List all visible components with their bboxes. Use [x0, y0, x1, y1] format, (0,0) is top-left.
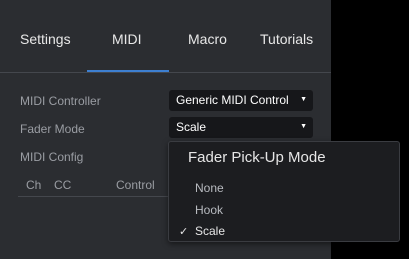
fader-pickup-mode-menu: Fader Pick-Up Mode None Hook ✓ Scale: [168, 141, 400, 242]
menu-item-scale[interactable]: ✓ Scale: [179, 224, 389, 242]
popup-title: Fader Pick-Up Mode: [188, 149, 326, 166]
column-header-ch: Ch: [26, 178, 42, 192]
tab-tutorials[interactable]: Tutorials: [260, 31, 313, 47]
checkmark-icon: ✓: [179, 226, 189, 238]
tab-settings[interactable]: Settings: [20, 31, 71, 47]
fader-mode-label: Fader Mode: [20, 122, 85, 136]
column-header-control: Control: [116, 178, 155, 192]
fader-mode-value: Scale: [176, 120, 207, 134]
caret-down-icon: ▼: [300, 96, 307, 103]
active-tab-indicator: [87, 70, 169, 72]
menu-item-label: Scale: [195, 224, 226, 238]
table-header-divider: [18, 196, 168, 197]
tab-midi[interactable]: MIDI: [112, 31, 142, 47]
tab-macro[interactable]: Macro: [188, 31, 227, 47]
column-header-cc: CC: [54, 178, 72, 192]
menu-item-label: Hook: [195, 203, 224, 217]
midi-config-label: MIDI Config: [20, 150, 84, 164]
tab-bar: Settings MIDI Macro Tutorials: [0, 0, 331, 73]
midi-controller-label: MIDI Controller: [20, 94, 101, 108]
menu-item-hook[interactable]: Hook: [179, 203, 389, 221]
midi-controller-value: Generic MIDI Control: [176, 93, 289, 107]
caret-down-icon: ▼: [300, 123, 307, 130]
menu-item-label: None: [195, 181, 224, 195]
midi-controller-select[interactable]: Generic MIDI Control ▼: [169, 90, 313, 111]
menu-item-none[interactable]: None: [179, 181, 389, 199]
fader-mode-select[interactable]: Scale ▼: [169, 117, 313, 138]
